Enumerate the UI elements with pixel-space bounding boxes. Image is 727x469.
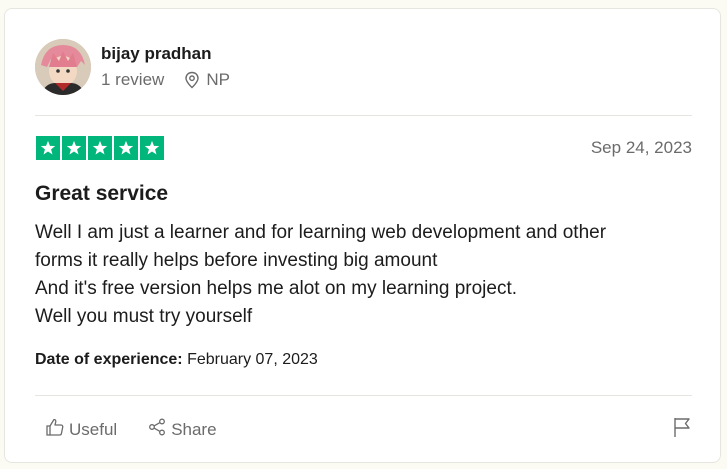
thumbs-up-icon <box>45 417 69 442</box>
review-body-line: Well you must try yourself <box>35 306 253 327</box>
share-button[interactable]: Share <box>147 417 217 442</box>
review-body: Well I am just a learner and for learnin… <box>35 219 695 331</box>
review-card: bijay pradhan 1 review NP Sep 24, 2023 G… <box>4 8 721 463</box>
reviewer-header: bijay pradhan 1 review NP <box>35 39 685 95</box>
report-button[interactable] <box>672 416 692 443</box>
useful-label: Useful <box>69 419 118 439</box>
share-icon <box>147 417 171 442</box>
share-label: Share <box>171 419 217 439</box>
experience-date: February 07, 2023 <box>187 351 318 368</box>
review-count: 1 review <box>101 70 165 89</box>
useful-button[interactable]: Useful <box>45 417 117 442</box>
star-icon <box>140 136 164 160</box>
experience-label: Date of experience: <box>35 351 183 368</box>
review-actions: Useful Share <box>45 417 247 442</box>
reviewer-name[interactable]: bijay pradhan <box>101 44 212 64</box>
location-pin-icon <box>184 71 200 89</box>
star-rating <box>36 136 166 160</box>
reviewer-country: NP <box>206 70 230 89</box>
star-icon <box>36 136 60 160</box>
review-body-line: And it's free version helps me alot on m… <box>35 278 518 299</box>
date-of-experience: Date of experience: February 07, 2023 <box>35 351 318 369</box>
reviewer-meta: 1 review NP <box>101 70 230 90</box>
review-body-line: forms it really helps before investing b… <box>35 250 438 271</box>
star-icon <box>88 136 112 160</box>
review-title[interactable]: Great service <box>35 182 168 206</box>
star-icon <box>114 136 138 160</box>
review-body-line: Well I am just a learner and for learnin… <box>35 222 607 243</box>
footer-divider <box>35 395 692 396</box>
flag-icon <box>672 418 692 442</box>
header-divider <box>35 115 692 116</box>
star-icon <box>62 136 86 160</box>
avatar[interactable] <box>35 39 91 95</box>
review-date: Sep 24, 2023 <box>590 138 692 157</box>
